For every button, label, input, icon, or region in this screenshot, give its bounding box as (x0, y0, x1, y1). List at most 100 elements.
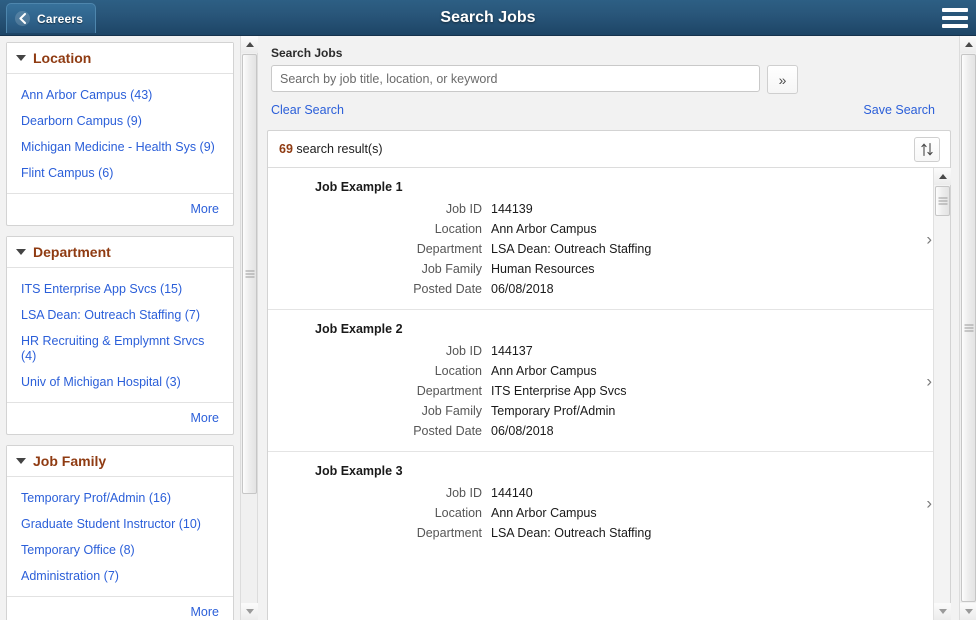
field-label: Department (416, 242, 482, 256)
job-field-job-family: Job Family Human Resources (268, 262, 950, 276)
scroll-up-arrow-icon[interactable] (934, 168, 951, 185)
facet-item-link[interactable]: Ann Arbor Campus (43) (7, 83, 233, 109)
table-row[interactable]: Job Example 1 Job ID 144139 Location Ann… (268, 168, 950, 310)
search-row: » (271, 65, 947, 94)
field-value: 144139 (491, 202, 533, 216)
field-value: Temporary Prof/Admin (491, 404, 616, 418)
facet-item-link[interactable]: Univ of Michigan Hospital (3) (7, 370, 233, 396)
field-label: Posted Date (413, 424, 482, 438)
sidebar-scrollbar[interactable] (240, 36, 258, 620)
chevron-right-icon[interactable]: › (926, 372, 932, 389)
page-title: Search Jobs (440, 9, 536, 26)
facet-item-link[interactable]: LSA Dean: Outreach Staffing (7) (7, 303, 233, 329)
search-input[interactable] (271, 65, 760, 92)
facet-more-link[interactable]: More (191, 605, 219, 619)
facet-header-department[interactable]: Department (7, 237, 233, 268)
scrollbar-thumb[interactable] (961, 54, 976, 602)
facet-header-job-family[interactable]: Job Family (7, 446, 233, 477)
facet-item-link[interactable]: Temporary Prof/Admin (16) (7, 486, 233, 512)
field-label: Job ID (445, 344, 482, 358)
scroll-down-arrow-icon[interactable] (960, 603, 976, 620)
search-actions-row: Clear Search Save Search (259, 94, 959, 127)
facet-group-job-family: Job Family Temporary Prof/Admin (16) Gra… (6, 445, 234, 620)
facet-header-location[interactable]: Location (7, 43, 233, 74)
job-field-posted-date: Posted Date 06/08/2018 (268, 282, 950, 296)
chevron-down-icon (16, 458, 26, 464)
job-fields: Job ID 144139 Location Ann Arbor Campus … (268, 202, 950, 296)
scroll-down-arrow-icon[interactable] (934, 603, 951, 620)
job-title: Job Example 3 (315, 464, 403, 478)
facet-item-link[interactable]: Temporary Office (8) (7, 538, 233, 564)
facet-item-link[interactable]: HR Recruiting & Emplymnt Srvcs (4) (7, 329, 233, 370)
facet-more-link[interactable]: More (191, 411, 219, 425)
job-fields: Job ID 144137 Location Ann Arbor Campus … (268, 344, 950, 438)
field-value: 06/08/2018 (491, 424, 554, 438)
search-field-label: Search Jobs (271, 46, 343, 60)
field-label: Location (434, 364, 482, 378)
facet-item-link[interactable]: Administration (7) (7, 564, 233, 590)
facet-body-department: ITS Enterprise App Svcs (15) LSA Dean: O… (7, 268, 233, 402)
job-field-job-id: Job ID 144140 (268, 486, 950, 500)
facet-more-row: More (7, 193, 233, 225)
result-count-number: 69 (279, 142, 293, 156)
facet-title: Job Family (33, 453, 107, 469)
chevron-right-icon[interactable]: › (926, 230, 932, 247)
scroll-down-arrow-icon[interactable] (241, 603, 258, 620)
back-chevron-icon (15, 11, 30, 26)
facet-item-link[interactable]: ITS Enterprise App Svcs (15) (7, 277, 233, 303)
facet-more-link[interactable]: More (191, 202, 219, 216)
job-title: Job Example 2 (315, 322, 403, 336)
field-label: Department (416, 384, 482, 398)
clear-search-link[interactable]: Clear Search (271, 103, 344, 117)
results-list: Job Example 1 Job ID 144139 Location Ann… (268, 168, 950, 620)
facet-more-row: More (7, 596, 233, 620)
facet-group-department: Department ITS Enterprise App Svcs (15) … (6, 236, 234, 435)
results-scrollbar[interactable] (933, 168, 951, 620)
result-count-text: 69 search result(s) (279, 142, 383, 156)
field-value: Ann Arbor Campus (491, 364, 597, 378)
save-search-link[interactable]: Save Search (863, 103, 935, 117)
field-value: ITS Enterprise App Svcs (491, 384, 627, 398)
hamburger-menu-icon[interactable] (942, 7, 968, 29)
scroll-up-arrow-icon[interactable] (960, 36, 976, 53)
facet-title: Location (33, 50, 92, 66)
job-field-posted-date: Posted Date 06/08/2018 (268, 424, 950, 438)
job-field-department: Department LSA Dean: Outreach Staffing (268, 242, 950, 256)
results-header: 69 search result(s) (268, 131, 950, 168)
scrollbar-thumb[interactable] (935, 186, 950, 216)
page-scrollbar[interactable] (959, 36, 976, 620)
field-label: Job ID (445, 202, 482, 216)
job-field-job-id: Job ID 144139 (268, 202, 950, 216)
sort-button[interactable] (914, 136, 940, 162)
field-value: Ann Arbor Campus (491, 506, 597, 520)
search-zone: Search Jobs » (259, 36, 959, 94)
table-row[interactable]: Job Example 3 Job ID 144140 Location Ann… (268, 452, 950, 553)
chevron-right-icon[interactable]: › (926, 494, 932, 511)
field-label: Posted Date (413, 282, 482, 296)
field-value: 144137 (491, 344, 533, 358)
search-submit-button[interactable]: » (767, 65, 798, 94)
field-label: Department (416, 526, 482, 540)
field-label: Job Family (421, 262, 482, 276)
scroll-up-arrow-icon[interactable] (241, 36, 258, 53)
sort-arrows-icon (921, 142, 933, 156)
app-header: Careers Search Jobs (0, 0, 976, 36)
facet-item-link[interactable]: Flint Campus (6) (7, 161, 233, 187)
results-card: 69 search result(s) Job Example 1 Job ID… (267, 130, 951, 620)
field-value: 144140 (491, 486, 533, 500)
facet-more-row: More (7, 402, 233, 434)
field-value: Human Resources (491, 262, 595, 276)
field-value: LSA Dean: Outreach Staffing (491, 242, 652, 256)
field-value: 06/08/2018 (491, 282, 554, 296)
job-field-job-id: Job ID 144137 (268, 344, 950, 358)
field-value: Ann Arbor Campus (491, 222, 597, 236)
result-count-suffix: search result(s) (292, 142, 383, 156)
back-to-careers-button[interactable]: Careers (6, 3, 97, 33)
table-row[interactable]: Job Example 2 Job ID 144137 Location Ann… (268, 310, 950, 452)
back-button-label: Careers (37, 11, 84, 26)
scrollbar-thumb[interactable] (242, 54, 257, 494)
facet-item-link[interactable]: Graduate Student Instructor (10) (7, 512, 233, 538)
facet-item-link[interactable]: Dearborn Campus (9) (7, 109, 233, 135)
facet-item-link[interactable]: Michigan Medicine - Health Sys (9) (7, 135, 233, 161)
facet-group-location: Location Ann Arbor Campus (43) Dearborn … (6, 42, 234, 226)
